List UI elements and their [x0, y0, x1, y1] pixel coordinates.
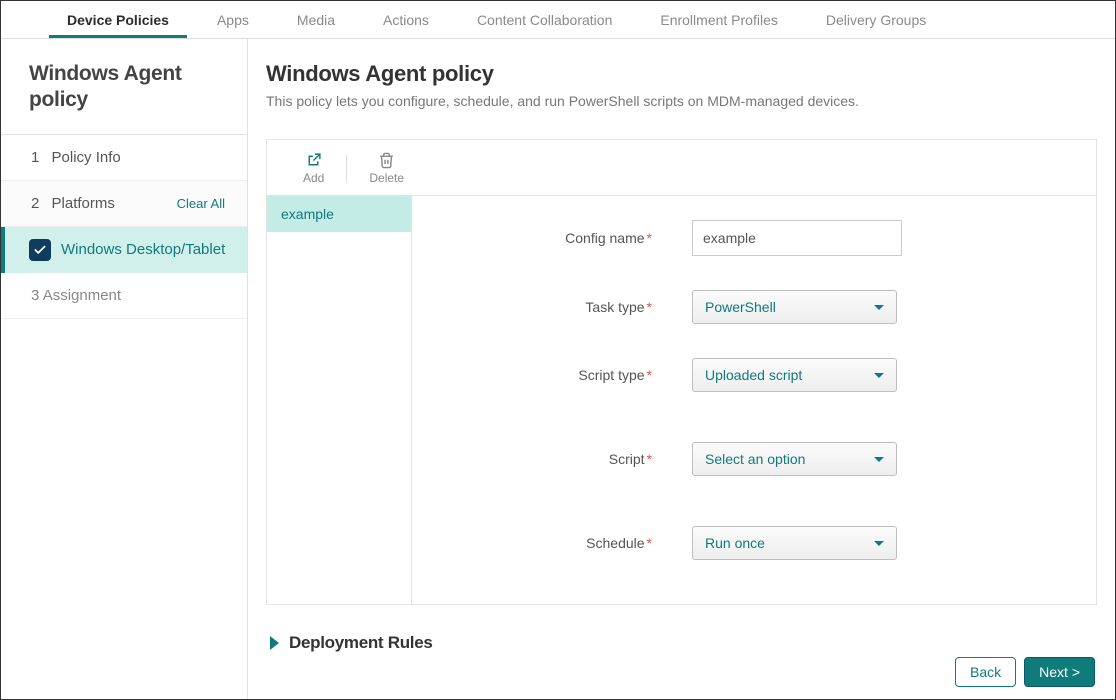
- schedule-label: Schedule*: [442, 535, 692, 551]
- script-value: Select an option: [705, 451, 805, 467]
- triangle-right-icon: [270, 636, 279, 650]
- chevron-down-icon: [874, 305, 884, 310]
- tab-media[interactable]: Media: [279, 1, 353, 38]
- step-assignment[interactable]: 3 Assignment: [1, 273, 247, 319]
- page-description: This policy lets you configure, schedule…: [266, 93, 1097, 109]
- add-icon: [305, 152, 322, 169]
- tab-enrollment-profiles[interactable]: Enrollment Profiles: [642, 1, 796, 38]
- footer-buttons: Back Next >: [955, 657, 1095, 687]
- step-1-label: Policy Info: [52, 149, 121, 166]
- deployment-rules-label: Deployment Rules: [289, 633, 433, 653]
- task-type-label: Task type*: [442, 299, 692, 315]
- chevron-down-icon: [874, 373, 884, 378]
- tab-delivery-groups[interactable]: Delivery Groups: [808, 1, 944, 38]
- tab-actions[interactable]: Actions: [365, 1, 447, 38]
- script-type-value: Uploaded script: [705, 367, 802, 383]
- step-2-label: Platforms: [52, 195, 115, 212]
- script-select[interactable]: Select an option: [692, 442, 897, 476]
- config-list: example: [267, 196, 412, 604]
- config-form: Config name* Task type* PowerShell: [412, 196, 1096, 604]
- tab-apps[interactable]: Apps: [199, 1, 267, 38]
- back-button[interactable]: Back: [955, 657, 1016, 687]
- config-panel: Add Delete example Config name*: [266, 139, 1097, 605]
- step-policy-info[interactable]: 1 Policy Info: [1, 135, 247, 181]
- schedule-value: Run once: [705, 535, 765, 551]
- step-3-number: 3: [31, 287, 39, 304]
- toolbar-separator: [346, 155, 347, 183]
- step-3-label: Assignment: [43, 287, 121, 304]
- platform-label: Windows Desktop/Tablet: [61, 241, 225, 258]
- clear-all-link[interactable]: Clear All: [177, 196, 225, 211]
- script-type-select[interactable]: Uploaded script: [692, 358, 897, 392]
- chevron-down-icon: [874, 541, 884, 546]
- page-title: Windows Agent policy: [266, 61, 1097, 87]
- config-name-input[interactable]: [692, 220, 902, 256]
- content-area: Windows Agent policy This policy lets yo…: [248, 39, 1115, 699]
- add-label: Add: [303, 171, 324, 185]
- task-type-select[interactable]: PowerShell: [692, 290, 897, 324]
- tab-device-policies[interactable]: Device Policies: [49, 1, 187, 38]
- step-2-number: 2: [31, 195, 39, 212]
- top-tabs: Device Policies Apps Media Actions Conte…: [1, 1, 1115, 39]
- check-icon: [33, 243, 47, 257]
- panel-toolbar: Add Delete: [267, 140, 1096, 189]
- add-button[interactable]: Add: [287, 148, 340, 189]
- delete-button[interactable]: Delete: [353, 148, 420, 189]
- script-type-label: Script type*: [442, 367, 692, 383]
- platform-windows-desktop-tablet[interactable]: Windows Desktop/Tablet: [1, 227, 247, 273]
- config-list-item[interactable]: example: [267, 196, 411, 232]
- schedule-select[interactable]: Run once: [692, 526, 897, 560]
- chevron-down-icon: [874, 457, 884, 462]
- tab-content-collaboration[interactable]: Content Collaboration: [459, 1, 630, 38]
- delete-label: Delete: [369, 171, 404, 185]
- deployment-rules-toggle[interactable]: Deployment Rules: [266, 633, 1097, 653]
- script-label: Script*: [442, 451, 692, 467]
- trash-icon: [378, 152, 395, 169]
- task-type-value: PowerShell: [705, 299, 776, 315]
- config-name-label: Config name*: [442, 230, 692, 246]
- step-platforms[interactable]: 2 Platforms Clear All: [1, 181, 247, 227]
- platform-checkbox[interactable]: [29, 239, 51, 261]
- sidebar: Windows Agent policy 1 Policy Info 2 Pla…: [1, 39, 248, 699]
- sidebar-title: Windows Agent policy: [1, 39, 247, 135]
- step-1-number: 1: [31, 149, 39, 166]
- next-button[interactable]: Next >: [1024, 657, 1095, 687]
